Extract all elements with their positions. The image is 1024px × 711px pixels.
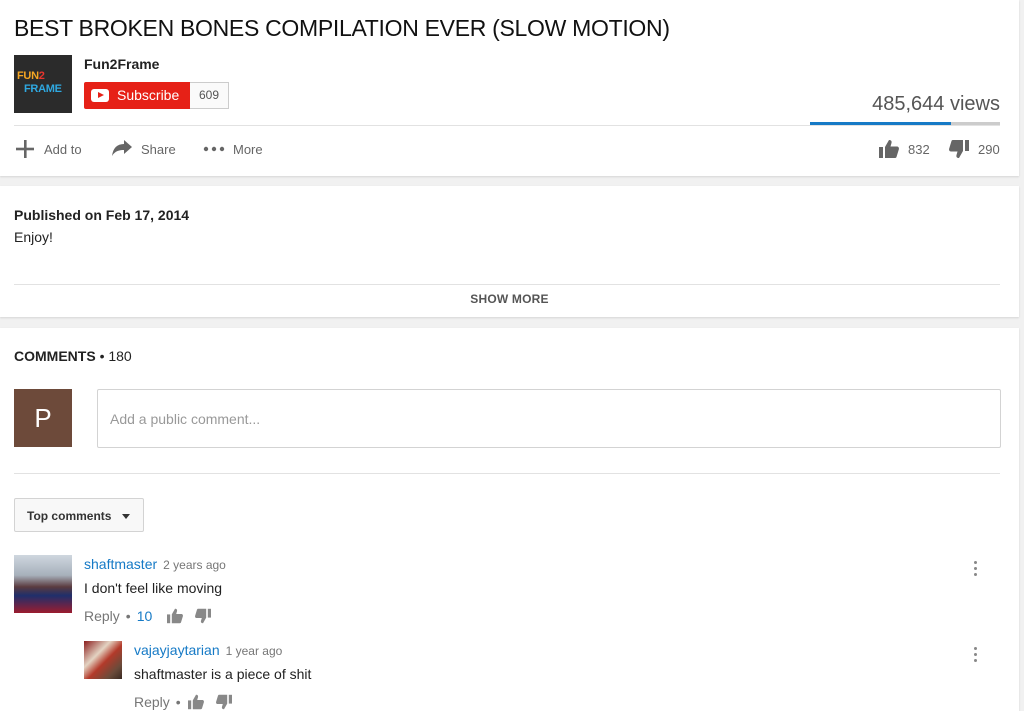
comments-heading: COMMENTS • 180	[14, 348, 132, 364]
add-to-button[interactable]: Add to	[14, 140, 82, 158]
subscribe-button[interactable]: Subscribe	[84, 82, 190, 109]
caret-down-icon	[122, 514, 130, 519]
comment-header: shaftmaster 2 years ago	[84, 556, 226, 574]
share-arrow-icon	[112, 140, 132, 156]
more-button[interactable]: More	[203, 140, 263, 158]
thumbs-up-icon[interactable]	[166, 608, 184, 624]
view-count: 485,644 views	[872, 93, 1000, 115]
thumbs-up-icon[interactable]	[187, 694, 205, 710]
description-text: Enjoy!	[14, 229, 53, 245]
comment-input[interactable]	[98, 390, 1000, 447]
comments-card: COMMENTS • 180 P Top comments shaftmaste…	[0, 328, 1019, 711]
thumbs-down-icon[interactable]	[194, 608, 212, 624]
kebab-menu-icon[interactable]	[974, 647, 978, 665]
subscribe-label: Subscribe	[117, 87, 180, 103]
dislike-count: 290	[978, 141, 1000, 157]
comment-text: I don't feel like moving	[84, 580, 223, 596]
comment-time[interactable]: 2 years ago	[163, 558, 226, 572]
comment-author[interactable]: shaftmaster	[84, 556, 157, 572]
comment-text: shaftmaster is a piece of shit	[134, 666, 312, 682]
subscriber-count: 609	[190, 82, 229, 109]
comment-header: vajayjaytarian 1 year ago	[134, 642, 282, 660]
avatar[interactable]	[84, 641, 122, 679]
channel-name[interactable]: Fun2Frame	[84, 56, 159, 72]
plus-icon	[16, 140, 34, 158]
avatar[interactable]	[14, 555, 72, 613]
comment-author[interactable]: vajayjaytarian	[134, 642, 220, 658]
comment-time[interactable]: 1 year ago	[226, 644, 283, 658]
avatar[interactable]: P	[14, 389, 72, 447]
comment-actions: Reply • 10	[84, 608, 212, 624]
thumbs-down-icon[interactable]	[215, 694, 233, 710]
dislike-button[interactable]: 290	[948, 140, 1000, 158]
reply-button[interactable]: Reply	[84, 608, 120, 624]
like-button[interactable]: 832	[878, 140, 930, 158]
publish-date: Published on Feb 17, 2014	[14, 207, 190, 223]
video-title: BEST BROKEN BONES COMPILATION EVER (SLOW…	[14, 15, 670, 41]
comment-input-box[interactable]	[97, 389, 1001, 448]
video-header-card: BEST BROKEN BONES COMPILATION EVER (SLOW…	[0, 0, 1019, 176]
comment-count: 180	[108, 348, 132, 364]
divider	[14, 473, 1000, 474]
sort-comments-dropdown[interactable]: Top comments	[14, 498, 144, 532]
kebab-menu-icon[interactable]	[974, 561, 978, 579]
channel-logo[interactable]: FUN2 FRAME	[14, 55, 72, 113]
thumbs-down-icon	[949, 140, 969, 158]
reply-button[interactable]: Reply	[134, 694, 170, 710]
description-card: Published on Feb 17, 2014 Enjoy! SHOW MO…	[0, 186, 1019, 317]
divider	[14, 284, 1000, 285]
youtube-play-icon	[91, 89, 109, 102]
divider	[14, 125, 1000, 126]
comment-actions: Reply •	[134, 694, 233, 710]
show-more-button[interactable]: SHOW MORE	[0, 292, 1019, 306]
thumbs-up-icon	[879, 140, 899, 158]
like-count: 832	[908, 141, 930, 157]
comment-like-count: 10	[136, 608, 153, 624]
share-button[interactable]: Share	[111, 140, 176, 158]
more-dots-icon	[203, 146, 225, 152]
